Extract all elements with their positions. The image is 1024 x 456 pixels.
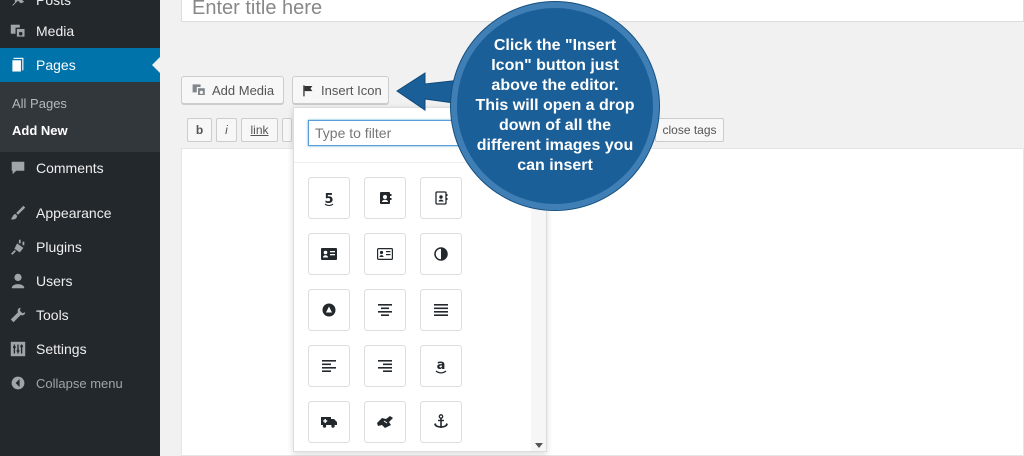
menu-label: Pages — [36, 57, 76, 73]
pages-submenu: All Pages Add New — [0, 82, 160, 152]
align-right-icon[interactable] — [364, 345, 406, 387]
align-justify-icon[interactable] — [420, 289, 462, 331]
pages-icon — [8, 55, 28, 75]
add-media-label: Add Media — [212, 82, 275, 98]
menu-item-comments[interactable]: Comments — [0, 151, 160, 185]
adn-icon[interactable] — [308, 289, 350, 331]
address-book-icon[interactable] — [364, 177, 406, 219]
menu-item-users[interactable]: Users — [0, 264, 160, 298]
adjust-icon[interactable] — [420, 233, 462, 275]
menu-item-settings[interactable]: Settings — [0, 332, 160, 366]
insert-icon-label: Insert Icon — [321, 82, 382, 98]
users-icon — [8, 271, 28, 291]
comments-icon — [8, 158, 28, 178]
insert-icon-button[interactable]: Insert Icon — [292, 76, 389, 104]
settings-icon — [8, 339, 28, 359]
anchor-icon[interactable] — [420, 401, 462, 443]
address-book-outline-icon[interactable] — [420, 177, 462, 219]
menu-label: Tools — [36, 307, 69, 323]
address-card-outline-icon[interactable] — [364, 233, 406, 275]
menu-item-appearance[interactable]: Appearance — [0, 196, 160, 230]
quicktag-italic-button[interactable]: i — [216, 118, 237, 142]
add-media-button[interactable]: Add Media — [181, 76, 284, 104]
collapse-arrow-icon — [8, 373, 28, 393]
wrench-icon — [8, 305, 28, 325]
menu-label: Users — [36, 273, 73, 289]
menu-label: Appearance — [36, 205, 112, 221]
submenu-item-add-new[interactable]: Add New — [12, 123, 68, 138]
menu-label: Settings — [36, 341, 87, 357]
brush-icon — [8, 203, 28, 223]
quicktag-link-button[interactable]: link — [241, 118, 278, 142]
menu-item-plugins[interactable]: Plugins — [0, 230, 160, 264]
submenu-item-all-pages[interactable]: All Pages — [12, 96, 67, 111]
menu-label: Media — [36, 23, 75, 39]
flag-icon — [302, 84, 315, 97]
quicktag-bold-button[interactable]: b — [187, 118, 212, 142]
ambulance-icon[interactable] — [308, 401, 350, 443]
menu-item-media[interactable]: Media — [0, 14, 160, 48]
svg-text:a: a — [437, 358, 446, 373]
menu-item-tools[interactable]: Tools — [0, 298, 160, 332]
align-left-icon[interactable] — [308, 345, 350, 387]
pin-icon — [8, 0, 28, 10]
media-icon — [191, 82, 207, 98]
instruction-callout: Click the "Insert Icon" button just abov… — [451, 2, 659, 210]
address-card-icon[interactable] — [308, 233, 350, 275]
close-tags-button[interactable]: close tags — [655, 118, 724, 142]
svg-text:5: 5 — [324, 192, 333, 206]
scroll-down-arrow-icon[interactable] — [535, 443, 543, 448]
collapse-label: Collapse menu — [36, 375, 123, 391]
menu-label: Comments — [36, 160, 104, 176]
callout-text: Click the "Insert Icon" button just abov… — [475, 37, 635, 174]
admin-sidebar: Posts Media Pages All Pages Add New Comm… — [0, 0, 160, 456]
500px-icon[interactable]: 5 — [308, 177, 350, 219]
collapse-menu-button[interactable]: Collapse menu — [0, 366, 160, 400]
menu-label: Plugins — [36, 239, 82, 255]
menu-item-pages[interactable]: Pages — [0, 48, 160, 82]
media-icon — [8, 21, 28, 41]
american-sign-language-icon[interactable] — [364, 401, 406, 443]
plugin-icon — [8, 237, 28, 257]
amazon-icon[interactable]: a — [420, 345, 462, 387]
menu-label: Posts — [36, 0, 72, 8]
align-center-icon[interactable] — [364, 289, 406, 331]
quicktag-partial-button[interactable] — [282, 118, 292, 142]
